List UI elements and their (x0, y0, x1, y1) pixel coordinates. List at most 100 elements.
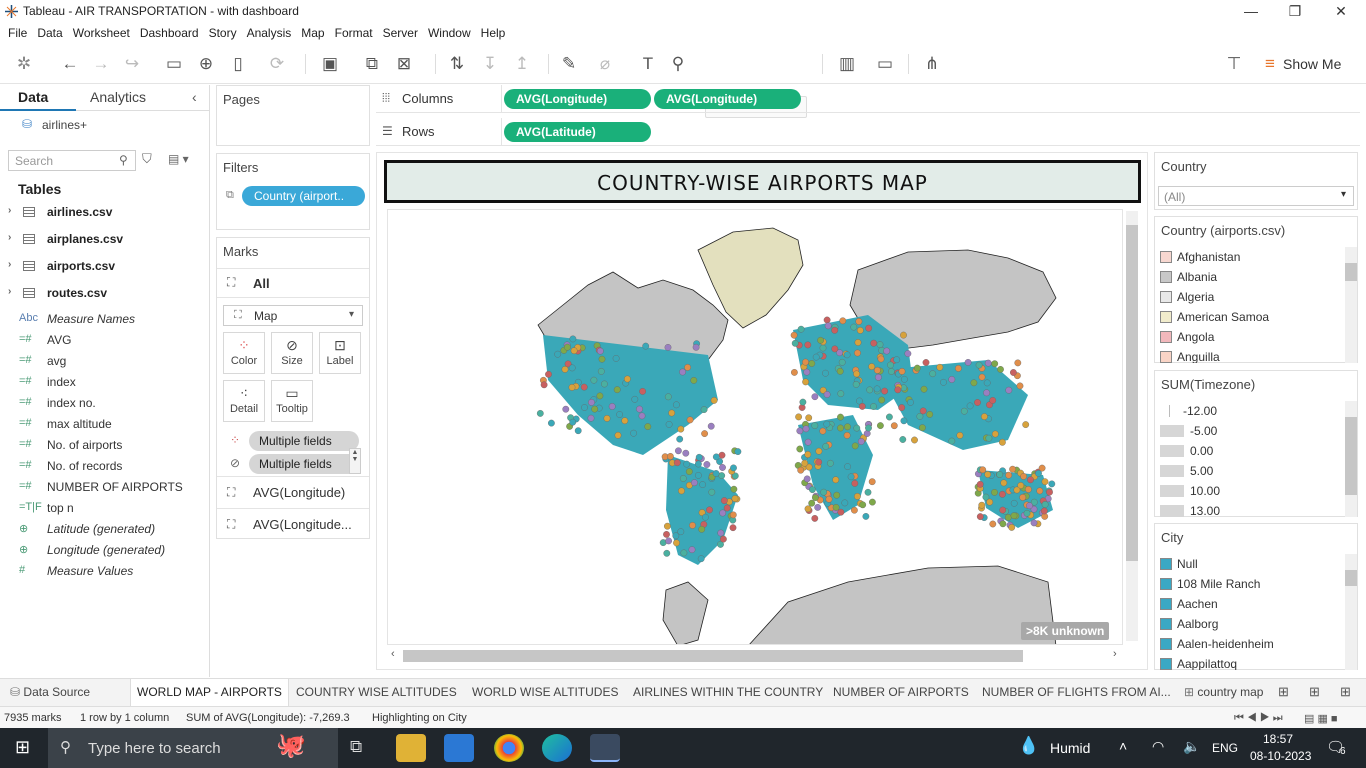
save-icon[interactable]: ▭ (162, 52, 186, 76)
airport-mark[interactable] (678, 487, 685, 495)
presentation-icon[interactable]: ▭ (873, 52, 897, 76)
airport-mark[interactable] (570, 347, 578, 355)
airport-mark[interactable] (1027, 476, 1034, 484)
airport-mark[interactable] (881, 387, 888, 395)
airport-mark[interactable] (692, 343, 700, 351)
tab-country-map[interactable]: ⊞ country map (1178, 679, 1269, 707)
airport-mark[interactable] (536, 409, 544, 417)
pause-updates-icon[interactable]: ▯ (226, 52, 250, 76)
format-painter-icon[interactable]: ⊤ (1222, 52, 1246, 76)
tab-world-map-airports[interactable]: WORLD MAP - AIRPORTS (130, 679, 289, 707)
airport-mark[interactable] (850, 506, 858, 514)
tableau-home-icon[interactable]: ✲ (12, 52, 36, 76)
tab-number-of-airports[interactable]: NUMBER OF AIRPORTS (827, 679, 975, 707)
field-item[interactable]: =# index (0, 372, 205, 393)
airport-mark[interactable] (922, 359, 930, 366)
airport-mark[interactable] (978, 501, 986, 509)
menu-format[interactable]: Format (330, 23, 378, 43)
airport-mark[interactable] (904, 350, 912, 358)
world-map[interactable]: >8K unknown (387, 209, 1123, 645)
tooltip-button[interactable]: ▭ Tooltip (271, 380, 313, 422)
table-routes[interactable]: › routes.csv (0, 280, 205, 307)
menu-server[interactable]: Server (378, 23, 423, 43)
airport-mark[interactable] (790, 331, 798, 339)
airport-mark[interactable] (603, 414, 611, 422)
airport-mark[interactable] (911, 436, 918, 444)
airport-mark[interactable] (642, 342, 650, 350)
tab-airlines-within-country[interactable]: AIRLINES WITHIN THE COUNTRY (627, 679, 829, 707)
labels-icon[interactable]: T (636, 52, 660, 76)
airport-mark[interactable] (562, 405, 570, 413)
filter-pill-country[interactable]: Country (airport.. (242, 186, 365, 206)
airport-mark[interactable] (801, 459, 809, 467)
airport-mark[interactable] (865, 424, 872, 432)
airport-mark[interactable] (866, 386, 874, 394)
airport-mark[interactable] (580, 383, 588, 391)
airport-mark[interactable] (985, 434, 993, 442)
airport-mark[interactable] (697, 555, 705, 563)
airport-mark[interactable] (639, 387, 647, 395)
wifi-icon[interactable]: ◠ (1152, 738, 1164, 755)
airport-mark[interactable] (1030, 519, 1038, 527)
airport-mark[interactable] (686, 416, 694, 424)
airport-mark[interactable] (940, 378, 947, 386)
airport-mark[interactable] (668, 409, 676, 417)
marks-all-row[interactable]: ⛶ All (217, 268, 369, 298)
new-story-icon[interactable]: ⊞ (1340, 684, 1351, 700)
airport-mark[interactable] (1000, 479, 1008, 487)
airport-mark[interactable] (907, 398, 914, 406)
country-legend-item[interactable]: Algeria (1155, 287, 1345, 307)
airport-mark[interactable] (837, 424, 844, 432)
airport-mark[interactable] (1041, 501, 1049, 508)
label-button[interactable]: ⊡ Label (319, 332, 361, 374)
airport-mark[interactable] (596, 347, 604, 355)
tableau-taskbar-icon[interactable] (590, 734, 620, 762)
airport-mark[interactable] (878, 396, 886, 404)
city-legend-item[interactable]: Null (1155, 554, 1345, 574)
airport-mark[interactable] (1025, 485, 1032, 493)
airport-mark[interactable] (843, 431, 851, 439)
airport-mark[interactable] (825, 495, 833, 503)
airport-mark[interactable] (1005, 471, 1013, 479)
airport-mark[interactable] (831, 345, 839, 353)
airport-mark[interactable] (569, 418, 577, 426)
airport-mark[interactable] (824, 322, 832, 330)
tab-number-of-flights[interactable]: NUMBER OF FLIGHTS FROM AI... (976, 679, 1172, 707)
highlight-icon[interactable]: ✎ (557, 52, 581, 76)
menu-file[interactable]: File (3, 23, 32, 43)
airport-mark[interactable] (672, 532, 680, 540)
menu-data[interactable]: Data (32, 23, 67, 43)
airport-mark[interactable] (598, 355, 606, 363)
airport-mark[interactable] (719, 535, 727, 543)
columns-pill-2[interactable]: AVG(Longitude) (654, 89, 801, 109)
airport-mark[interactable] (850, 323, 858, 331)
airport-mark[interactable] (554, 350, 562, 358)
undo-icon[interactable]: ← (58, 52, 82, 76)
airport-mark[interactable] (999, 490, 1006, 498)
fix-axes-icon[interactable]: ⚲ (666, 52, 690, 76)
airport-mark[interactable] (1046, 488, 1053, 496)
airport-mark[interactable] (730, 485, 738, 493)
detail-button[interactable]: ⁖ Detail (223, 380, 265, 422)
airport-mark[interactable] (901, 375, 908, 383)
airport-mark[interactable] (703, 461, 711, 468)
refresh-icon[interactable]: ⟳ (265, 52, 289, 76)
tray-expand-icon[interactable]: ˄ (1119, 738, 1127, 754)
weather-text[interactable]: Humid (1050, 740, 1090, 756)
airport-mark[interactable] (802, 425, 810, 433)
tab-analytics[interactable]: Analytics (90, 89, 146, 105)
field-item[interactable]: =# index no. (0, 393, 205, 414)
airport-mark[interactable] (999, 520, 1007, 528)
airport-mark[interactable] (854, 349, 861, 357)
airport-mark[interactable] (674, 447, 682, 455)
timezone-legend-item[interactable]: -12.00 (1155, 401, 1345, 421)
airport-mark[interactable] (574, 427, 582, 435)
sheet-view-icons[interactable]: ▤ ▦ ■ (1304, 712, 1338, 725)
clock-date[interactable]: 08-10-2023 (1250, 749, 1311, 763)
airport-mark[interactable] (791, 339, 799, 347)
airport-mark[interactable] (822, 369, 829, 377)
timezone-legend-item[interactable]: 5.00 (1155, 461, 1345, 481)
airport-mark[interactable] (811, 494, 819, 501)
rows-pill-1[interactable]: AVG(Latitude) (504, 122, 651, 142)
airport-mark[interactable] (613, 386, 621, 394)
